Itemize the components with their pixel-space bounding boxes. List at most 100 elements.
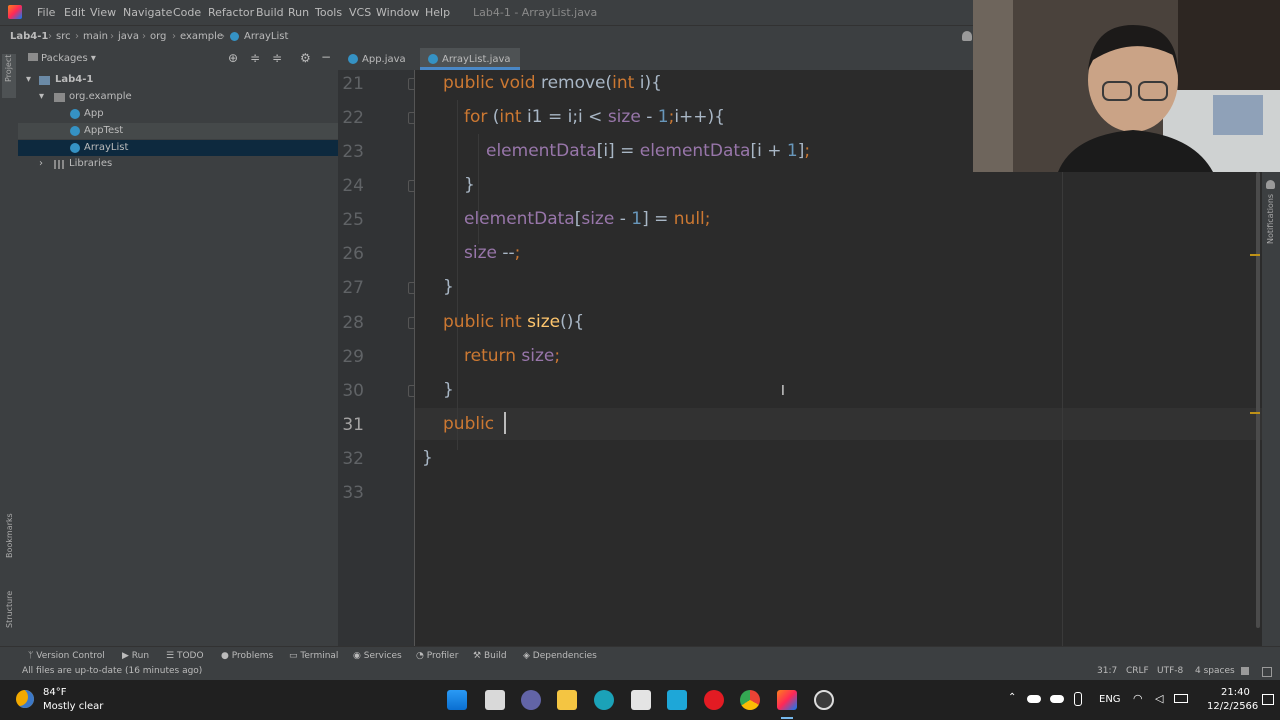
code-line-27[interactable]: } bbox=[443, 277, 454, 297]
notification-icon[interactable] bbox=[1262, 694, 1274, 705]
warning-marker[interactable] bbox=[1250, 412, 1260, 414]
chevron-up-icon[interactable]: ⌃ bbox=[1008, 692, 1016, 703]
menu-tools[interactable]: Tools bbox=[315, 6, 342, 19]
memory-icon[interactable] bbox=[1262, 667, 1272, 677]
gear-icon[interactable]: ⚙ bbox=[300, 51, 311, 65]
weather-desc[interactable]: Mostly clear bbox=[43, 701, 103, 712]
weather-temp[interactable]: 84°F bbox=[43, 687, 66, 698]
chrome-browser-icon[interactable] bbox=[740, 690, 760, 710]
breadcrumb-src[interactable]: src bbox=[56, 31, 71, 42]
code-token: size bbox=[581, 209, 615, 229]
notifications-tool-label[interactable]: Notifications bbox=[1266, 194, 1275, 244]
code-line-25[interactable]: elementData[size - 1] = null; bbox=[464, 209, 711, 229]
tree-item-libraries[interactable]: › Libraries bbox=[18, 156, 338, 172]
menu-view[interactable]: View bbox=[90, 6, 116, 19]
menu-code[interactable]: Code bbox=[173, 6, 201, 19]
opera-browser-icon[interactable] bbox=[704, 690, 724, 710]
tool-version-control[interactable]: ᛘ Version Control bbox=[28, 651, 105, 661]
tree-item-apptest[interactable]: AppTest bbox=[18, 123, 338, 139]
status-message[interactable]: All files are up-to-date (16 minutes ago… bbox=[22, 666, 202, 676]
file-explorer-icon[interactable] bbox=[557, 690, 577, 710]
menu-help[interactable]: Help bbox=[425, 6, 450, 19]
warning-marker[interactable] bbox=[1250, 254, 1260, 256]
code-line-29[interactable]: return size; bbox=[464, 346, 560, 366]
caret-position[interactable]: 31:7 bbox=[1097, 666, 1117, 676]
tab-arraylist-java[interactable]: ArrayList.java bbox=[420, 48, 520, 70]
intellij-logo-icon[interactable] bbox=[8, 5, 22, 19]
windows-start-icon[interactable] bbox=[447, 690, 467, 710]
locate-icon[interactable]: ⊕ bbox=[228, 51, 238, 65]
teams-chat-icon[interactable] bbox=[521, 690, 541, 710]
menu-navigate[interactable]: Navigate bbox=[123, 6, 172, 19]
tool-build[interactable]: ⚒ Build bbox=[473, 651, 507, 661]
task-view-icon[interactable] bbox=[485, 690, 505, 710]
battery-icon[interactable] bbox=[1174, 694, 1188, 703]
menu-build[interactable]: Build bbox=[256, 6, 284, 19]
lock-icon[interactable] bbox=[1241, 667, 1249, 675]
code-line-23[interactable]: elementData[i] = elementData[i + 1]; bbox=[486, 141, 810, 161]
breadcrumb-class[interactable]: ArrayList bbox=[244, 31, 288, 42]
code-line-21[interactable]: public void remove(int i){ bbox=[443, 73, 662, 93]
breadcrumb-project[interactable]: Lab4-1 bbox=[10, 31, 48, 42]
code-token: [i] = bbox=[596, 141, 640, 161]
menu-run[interactable]: Run bbox=[288, 6, 309, 19]
tree-item-project[interactable]: ▾ Lab4-1 bbox=[18, 72, 338, 88]
tree-item-app[interactable]: App bbox=[18, 106, 338, 122]
tree-item-arraylist[interactable]: ArrayList bbox=[18, 140, 338, 156]
menu-file[interactable]: File bbox=[37, 6, 55, 19]
menu-window[interactable]: Window bbox=[376, 6, 419, 19]
cloud-icon[interactable] bbox=[1027, 695, 1041, 703]
structure-tool-label[interactable]: Structure bbox=[5, 591, 14, 628]
line-separator[interactable]: CRLF bbox=[1126, 666, 1149, 676]
code-line-26[interactable]: size --; bbox=[464, 243, 520, 263]
clock-time[interactable]: 21:40 bbox=[1221, 687, 1250, 698]
language-indicator[interactable]: ENG bbox=[1099, 694, 1121, 705]
breadcrumb-main[interactable]: main bbox=[83, 31, 108, 42]
edge-browser-icon[interactable] bbox=[594, 690, 614, 710]
intellij-taskbar-icon[interactable] bbox=[777, 690, 797, 710]
breadcrumb-java[interactable]: java bbox=[118, 31, 139, 42]
microsoft-store-icon[interactable] bbox=[631, 690, 651, 710]
code-line-32[interactable]: } bbox=[422, 448, 433, 468]
menu-refactor[interactable]: Refactor bbox=[208, 6, 254, 19]
user-icon[interactable] bbox=[962, 31, 972, 41]
onedrive-icon[interactable] bbox=[1050, 695, 1064, 703]
line-app-icon[interactable] bbox=[667, 690, 687, 710]
wifi-icon[interactable]: ◠ bbox=[1133, 692, 1143, 705]
line-number: 26 bbox=[342, 244, 364, 264]
code-token: int bbox=[612, 73, 640, 93]
editor-scrollbar[interactable] bbox=[1256, 172, 1260, 628]
weather-icon[interactable] bbox=[16, 690, 34, 708]
tool-services[interactable]: ◉ Services bbox=[353, 651, 402, 661]
tool-run[interactable]: ▶ Run bbox=[122, 651, 149, 661]
packages-view-selector[interactable]: Packages ▾ bbox=[28, 53, 96, 64]
breadcrumb-example[interactable]: example bbox=[180, 31, 223, 42]
tool-terminal[interactable]: ▭ Terminal bbox=[289, 651, 338, 661]
code-line-22[interactable]: for (int i1 = i;i < size - 1;i++){ bbox=[464, 107, 725, 127]
bell-icon[interactable] bbox=[1266, 180, 1275, 189]
microphone-icon[interactable] bbox=[1074, 692, 1082, 706]
tool-todo[interactable]: ☰ TODO bbox=[166, 651, 204, 661]
tool-dependencies[interactable]: ◈ Dependencies bbox=[523, 651, 597, 661]
tab-app-java[interactable]: App.java bbox=[338, 48, 418, 70]
code-line-28[interactable]: public int size(){ bbox=[443, 312, 584, 332]
tree-item-package[interactable]: ▾ org.example bbox=[18, 89, 338, 105]
menu-vcs[interactable]: VCS bbox=[349, 6, 371, 19]
collapse-all-icon[interactable]: ≑ bbox=[272, 51, 282, 65]
code-line-30[interactable]: } bbox=[443, 380, 454, 400]
clock-date[interactable]: 12/2/2566 bbox=[1207, 701, 1258, 712]
tool-profiler[interactable]: ◔ Profiler bbox=[416, 651, 458, 661]
code-line-24[interactable]: } bbox=[464, 175, 475, 195]
expand-all-icon[interactable]: ≑ bbox=[250, 51, 260, 65]
volume-icon[interactable]: ◁ bbox=[1155, 692, 1163, 705]
bookmarks-tool-label[interactable]: Bookmarks bbox=[5, 513, 14, 558]
code-line-31[interactable]: public bbox=[443, 414, 500, 434]
breadcrumb-org[interactable]: org bbox=[150, 31, 166, 42]
menu-edit[interactable]: Edit bbox=[64, 6, 85, 19]
other-app-icon[interactable] bbox=[814, 690, 834, 710]
project-tool-label[interactable]: Project bbox=[4, 55, 13, 82]
file-encoding[interactable]: UTF-8 bbox=[1157, 666, 1183, 676]
indent-setting[interactable]: 4 spaces bbox=[1195, 666, 1235, 676]
tool-problems[interactable]: ● Problems bbox=[221, 651, 273, 661]
minimize-icon[interactable]: − bbox=[321, 50, 331, 64]
